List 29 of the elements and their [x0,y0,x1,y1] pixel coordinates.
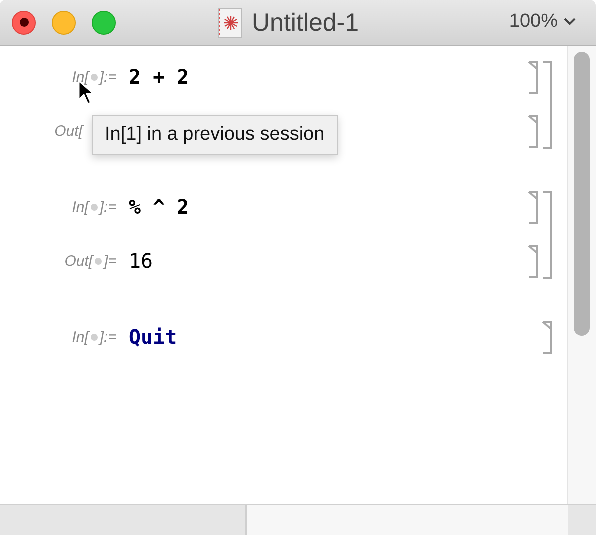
tooltip: In[1] in a previous session [92,115,338,155]
cell-label: In[ ]:= [71,68,117,86]
window-title: Untitled-1 [252,8,359,38]
cell-label: Out[ ]= [64,252,117,270]
cell-code[interactable]: % ^ 2 [129,195,190,219]
cell-bracket[interactable] [528,190,538,224]
cell-bracket[interactable] [528,244,538,278]
cell-label: In[ ]:= [71,328,117,346]
group-bracket[interactable] [542,61,552,149]
zoom-button[interactable] [92,10,116,34]
chevron-icon [564,18,576,26]
cell-code[interactable]: 16 [129,249,154,273]
horizontal-scrollbar[interactable] [0,504,596,535]
group-bracket[interactable] [542,191,552,279]
vertical-scrollbar[interactable] [567,46,596,504]
cell-code[interactable]: 2 + 2 [129,65,190,89]
minimize-button[interactable] [52,10,76,34]
notebook-icon [218,8,242,38]
close-button[interactable] [12,10,36,34]
zoom-dropdown[interactable]: 100% [509,11,576,33]
cell-code[interactable]: Quit [129,325,178,349]
cell-label: In[ ]:= [71,198,117,216]
scrollbar-corner [568,505,596,535]
scrollbar-thumb[interactable] [574,52,590,336]
close-icon [20,18,28,27]
scrollbar-thumb[interactable] [0,505,247,535]
cell-bracket[interactable] [528,60,538,94]
cell-bracket[interactable] [528,114,538,148]
cell-bracket[interactable] [542,321,552,354]
